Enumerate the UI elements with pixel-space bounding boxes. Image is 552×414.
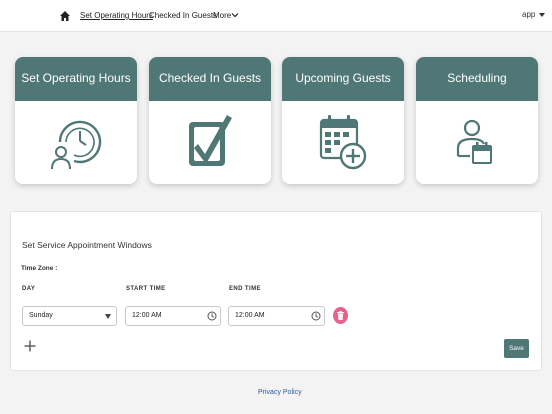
calendar-add-icon	[282, 107, 404, 177]
app-menu[interactable]: app	[522, 10, 546, 19]
tile-title: Scheduling	[416, 57, 538, 101]
day-select[interactable]: Sunday	[22, 306, 117, 326]
home-icon[interactable]	[59, 10, 71, 22]
add-row-icon[interactable]	[24, 340, 36, 352]
day-value: Sunday	[29, 312, 53, 319]
start-time-input[interactable]: 12:00 AM	[125, 306, 221, 326]
tile-title: Set Operating Hours	[15, 57, 137, 101]
tile-title: Checked In Guests	[149, 57, 271, 101]
trash-icon	[337, 311, 344, 320]
app-label: app	[522, 10, 536, 19]
tile-title: Upcoming Guests	[282, 57, 404, 101]
end-time-value: 12:00 AM	[235, 312, 265, 319]
caret-down-icon	[105, 314, 111, 319]
column-header-day: DAY	[22, 286, 36, 292]
tile-upcoming-guests[interactable]: Upcoming Guests	[282, 57, 404, 184]
nav-set-operating-hours[interactable]: Set Operating Hours	[80, 11, 153, 20]
person-calendar-icon	[416, 107, 538, 177]
column-header-end-time: END TIME	[229, 286, 261, 292]
clock-person-icon	[15, 107, 137, 177]
save-button[interactable]: Save	[504, 339, 529, 358]
chevron-down-icon[interactable]	[231, 11, 239, 19]
privacy-policy-link[interactable]: Privacy Policy	[258, 389, 302, 396]
checkbox-icon	[149, 107, 271, 177]
top-nav-bar: Set Operating Hours Checked In Guests Mo…	[0, 0, 552, 32]
timezone-label: Time Zone :	[21, 265, 58, 272]
caret-down-icon	[539, 12, 546, 17]
clock-icon[interactable]	[311, 311, 321, 321]
nav-checked-in-guests[interactable]: Checked In Guests	[149, 11, 217, 20]
end-time-input[interactable]: 12:00 AM	[228, 306, 325, 326]
start-time-value: 12:00 AM	[132, 312, 162, 319]
service-windows-panel: Set Service Appointment Windows Time Zon…	[10, 211, 542, 371]
tile-checked-in-guests[interactable]: Checked In Guests	[149, 57, 271, 184]
nav-more[interactable]: More	[213, 11, 231, 20]
delete-row-button[interactable]	[333, 307, 348, 324]
panel-title: Set Service Appointment Windows	[22, 240, 152, 250]
tile-scheduling[interactable]: Scheduling	[416, 57, 538, 184]
tile-set-operating-hours[interactable]: Set Operating Hours	[15, 57, 137, 184]
column-header-start-time: START TIME	[126, 286, 166, 292]
clock-icon[interactable]	[207, 311, 217, 321]
